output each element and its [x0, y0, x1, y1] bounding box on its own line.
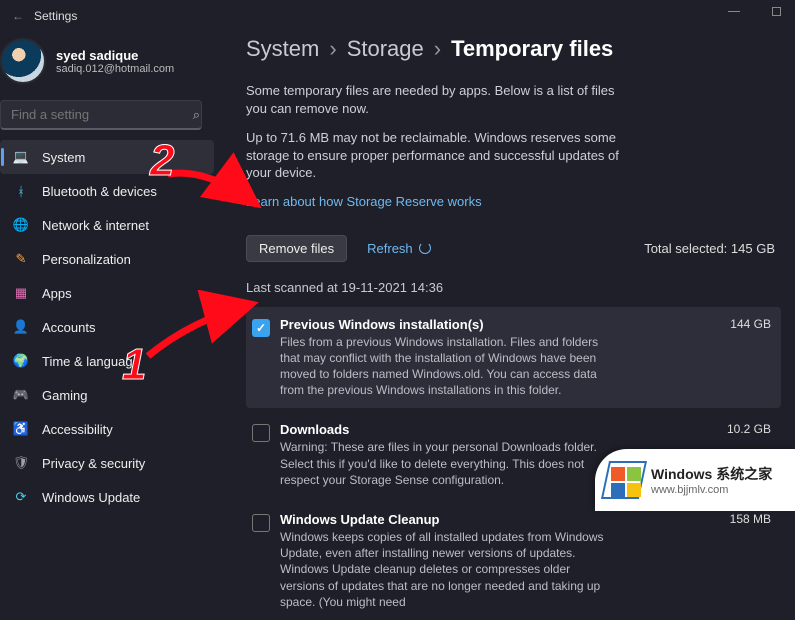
profile-name: syed sadique — [56, 48, 174, 63]
annotation-arrow-1 — [132, 290, 272, 380]
refresh-label: Refresh — [367, 241, 413, 256]
sidebar-item-label: Windows Update — [42, 490, 140, 505]
system-icon: 💻 — [12, 149, 30, 165]
sidebar-item-accessibility[interactable]: ♿ Accessibility — [0, 412, 214, 446]
bluetooth-icon: ᚼ — [12, 184, 30, 199]
remove-files-button[interactable]: Remove files — [246, 235, 347, 262]
annotation-1: 1 — [122, 340, 146, 390]
file-item-previous-windows[interactable]: Previous Windows installation(s) 144 GB … — [246, 307, 781, 409]
maximize-button[interactable] — [767, 4, 785, 18]
chevron-right-icon: › — [434, 36, 441, 62]
sidebar-item-personalization[interactable]: ✎ Personalization — [0, 242, 214, 276]
sidebar-item-label: Bluetooth & devices — [42, 184, 157, 199]
network-icon: 🌐 — [12, 217, 30, 233]
app-title: Settings — [34, 9, 77, 23]
gaming-icon: 🎮 — [12, 387, 30, 403]
time-language-icon: 🌍 — [12, 353, 30, 369]
search-icon: ⌕ — [193, 107, 200, 123]
checkbox[interactable] — [252, 424, 270, 442]
sidebar-item-label: Accessibility — [42, 422, 113, 437]
file-title: Windows Update Cleanup — [280, 512, 440, 527]
storage-reserve-link[interactable]: Learn about how Storage Reserve works — [246, 194, 482, 209]
file-desc: Warning: These are files in your persona… — [280, 439, 610, 488]
accessibility-icon: ♿ — [12, 421, 30, 437]
sidebar-item-label: Gaming — [42, 388, 88, 403]
file-size: 10.2 GB — [727, 422, 771, 437]
profile-block[interactable]: syed sadique sadiq.012@hotmail.com — [0, 32, 224, 96]
watermark: Windows 系统之家 www.bjjmlv.com — [595, 449, 795, 511]
sidebar-item-windows-update[interactable]: ⟳ Windows Update — [0, 480, 214, 514]
file-title: Previous Windows installation(s) — [280, 317, 484, 332]
breadcrumb-current: Temporary files — [451, 36, 613, 62]
file-item-windows-update-cleanup[interactable]: Windows Update Cleanup 158 MB Windows ke… — [246, 502, 781, 620]
search-input[interactable] — [0, 100, 202, 130]
last-scanned: Last scanned at 19-11-2021 14:36 — [246, 280, 781, 295]
sidebar-item-label: System — [42, 150, 85, 165]
profile-email: sadiq.012@hotmail.com — [56, 63, 174, 75]
accounts-icon: 👤 — [12, 319, 30, 335]
breadcrumb-storage[interactable]: Storage — [347, 36, 424, 62]
windows-logo-icon — [605, 461, 643, 499]
sidebar-item-label: Accounts — [42, 320, 95, 335]
file-desc: Windows keeps copies of all installed up… — [280, 529, 610, 610]
breadcrumb: System › Storage › Temporary files — [246, 32, 781, 62]
back-button[interactable]: ← — [6, 9, 30, 23]
sidebar-item-label: Apps — [42, 286, 72, 301]
watermark-url: www.bjjmlv.com — [651, 484, 772, 496]
file-size: 144 GB — [730, 317, 771, 332]
sidebar-item-label: Personalization — [42, 252, 131, 267]
sidebar-item-gaming[interactable]: 🎮 Gaming — [0, 378, 214, 412]
avatar — [0, 38, 46, 84]
personalization-icon: ✎ — [12, 251, 30, 267]
intro-text-2: Up to 71.6 MB may not be reclaimable. Wi… — [246, 129, 636, 182]
breadcrumb-system[interactable]: System — [246, 36, 319, 62]
annotation-2: 2 — [150, 136, 174, 186]
intro-text-1: Some temporary files are needed by apps.… — [246, 82, 636, 117]
minimize-button[interactable] — [725, 4, 743, 18]
refresh-icon — [419, 242, 431, 254]
sidebar-item-label: Network & internet — [42, 218, 149, 233]
apps-icon: ▦ — [12, 285, 30, 301]
window-controls — [725, 0, 785, 18]
sidebar-item-label: Privacy & security — [42, 456, 145, 471]
windows-update-icon: ⟳ — [12, 489, 30, 505]
refresh-button[interactable]: Refresh — [367, 241, 431, 256]
total-selected: Total selected: 145 GB — [644, 241, 775, 256]
sidebar-item-privacy[interactable]: 🛡 Privacy & security — [0, 446, 214, 480]
file-title: Downloads — [280, 422, 349, 437]
privacy-icon: 🛡 — [12, 455, 30, 471]
checkbox[interactable] — [252, 514, 270, 532]
file-desc: Files from a previous Windows installati… — [280, 334, 610, 399]
chevron-right-icon: › — [329, 36, 336, 62]
file-size: 158 MB — [730, 512, 771, 527]
